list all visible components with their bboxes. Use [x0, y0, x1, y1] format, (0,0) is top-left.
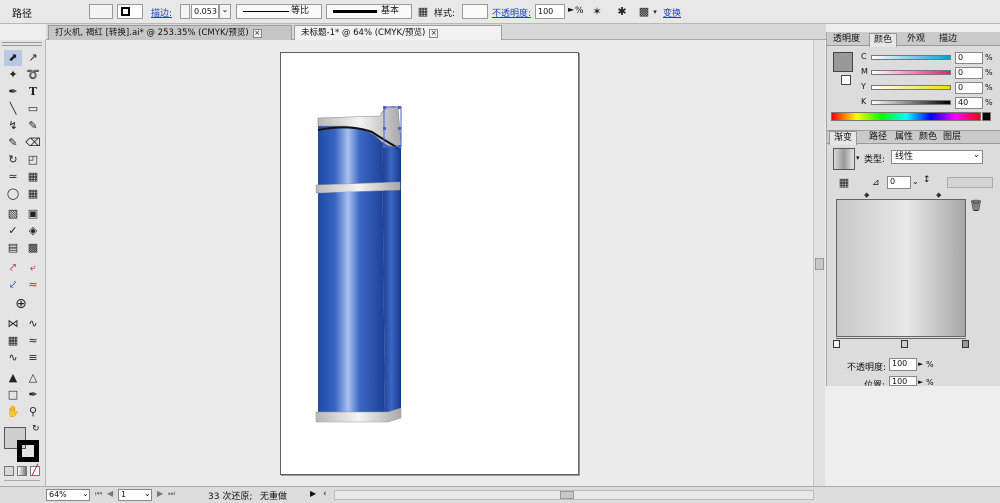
gradient-type-select[interactable]: 线性 [891, 150, 983, 164]
tab-gradient[interactable]: 渐变 [829, 131, 858, 145]
channel-k-input[interactable]: 40 [955, 97, 983, 109]
tab-appearance[interactable]: 外观 [903, 33, 929, 47]
tab-color-2[interactable]: 颜色 [915, 131, 941, 145]
color-panel-tabs: 透明度 颜色 外观 描边 [827, 32, 1000, 47]
horizontal-scrollbar[interactable] [334, 490, 814, 500]
gradient-slider-track [836, 338, 966, 339]
selection-handle[interactable] [398, 145, 401, 148]
aspect-ratio-icon: ↕ [923, 175, 931, 185]
channel-y-slider[interactable] [871, 85, 951, 90]
opacity-dropdown-arrow[interactable]: ► [918, 360, 923, 368]
color-fill-swatch[interactable] [833, 52, 853, 72]
chevron-down-icon[interactable]: ⌄ [973, 150, 980, 159]
redo-label: 无重做 [260, 492, 288, 502]
gradient-location-label: 位置: [864, 381, 886, 386]
tab-attributes[interactable]: 属性 [891, 131, 917, 145]
aspect-ratio-input [947, 177, 993, 188]
selection-handle[interactable] [398, 127, 401, 130]
previous-artboard-icon[interactable]: ◀ [107, 489, 113, 498]
channel-k-label: K [861, 97, 867, 106]
gradient-swatch-dropdown-arrow[interactable]: ▾ [856, 154, 860, 162]
reverse-gradient-icon[interactable]: ▦ [837, 176, 851, 190]
right-panel-dock: 透明度 颜色 外观 描边 C 0 % M 0 % Y 0 % K 40 % 渐变… [826, 32, 1000, 386]
scroll-thumb[interactable] [560, 491, 574, 499]
artboard-dropdown-arrow[interactable]: ⌄ [144, 489, 151, 498]
scroll-thumb[interactable] [815, 258, 824, 270]
angle-icon: ⊿ [872, 178, 880, 188]
selection-handle[interactable] [383, 145, 386, 148]
last-artboard-icon[interactable]: ⏭ [168, 489, 175, 499]
channel-c-slider[interactable] [871, 55, 951, 60]
delete-stop-icon[interactable]: 🗑 [969, 199, 983, 213]
lighter-body-front [318, 126, 385, 418]
gradient-preview-swatch[interactable] [833, 148, 855, 170]
gradient-stop[interactable] [962, 340, 969, 348]
gradient-angle-input[interactable]: 0 [887, 176, 911, 189]
angle-dropdown-arrow[interactable]: ⌄ [912, 177, 919, 186]
channel-y-label: Y [861, 82, 866, 91]
gradient-location-input[interactable]: 100 [889, 376, 917, 386]
tab-color[interactable]: 颜色 [869, 33, 898, 47]
scroll-left-icon[interactable]: ‹ [323, 489, 327, 499]
tab-transparency[interactable]: 透明度 [829, 33, 864, 47]
status-bar: 64% ⌄ ⏮ ◀ 1 ⌄ ▶ ⏭ 33 次还原; 无重做 ▶ ‹ [0, 486, 1000, 503]
tab-layers[interactable]: 图层 [939, 131, 965, 145]
black-swatch[interactable] [982, 112, 991, 121]
percent-label: % [985, 68, 993, 77]
percent-label: % [985, 53, 993, 62]
status-menu-arrow[interactable]: ▶ [310, 489, 316, 498]
tab-stroke[interactable]: 描边 [935, 33, 961, 47]
location-dropdown-arrow[interactable]: ► [918, 378, 923, 386]
gradient-opacity-input[interactable]: 100 [889, 358, 917, 371]
selection-handle[interactable] [383, 127, 386, 130]
undo-count-label: 33 次还原; [208, 492, 253, 502]
gradient-stop[interactable] [833, 340, 840, 348]
channel-k-slider[interactable] [871, 100, 951, 105]
channel-c-label: C [861, 52, 867, 61]
vertical-scrollbar[interactable] [813, 40, 825, 486]
gradient-stop[interactable] [901, 340, 908, 348]
channel-m-slider[interactable] [871, 70, 951, 75]
gradient-opacity-label: 不透明度: [847, 363, 887, 373]
selection-handle[interactable] [383, 106, 386, 109]
channel-y-input[interactable]: 0 [955, 82, 983, 94]
gradient-midpoint-diamond[interactable]: ◆ [936, 191, 941, 199]
gradient-preview-box[interactable] [836, 199, 966, 337]
gradient-type-label: 类型: [864, 155, 886, 165]
tab-pathfinder[interactable]: 路径 [865, 131, 891, 145]
channel-m-label: M [861, 67, 868, 76]
color-stroke-swatch[interactable] [841, 75, 851, 85]
selection-handle[interactable] [398, 106, 401, 109]
gradient-midpoint-diamond[interactable]: ◆ [864, 191, 869, 199]
zoom-dropdown-arrow[interactable]: ⌄ [82, 489, 89, 498]
next-artboard-icon[interactable]: ▶ [157, 489, 163, 498]
gradient-panel-tabs: 渐变 路径 属性 颜色 图层 [827, 130, 1000, 145]
percent-label: % [926, 378, 934, 386]
percent-label: % [985, 83, 993, 92]
first-artboard-icon[interactable]: ⏮ [95, 489, 102, 499]
channel-c-input[interactable]: 0 [955, 52, 983, 64]
percent-label: % [926, 360, 934, 369]
channel-m-input[interactable]: 0 [955, 67, 983, 79]
color-spectrum-bar[interactable] [831, 112, 981, 121]
percent-label: % [985, 98, 993, 107]
lighter-body-side [382, 130, 401, 418]
